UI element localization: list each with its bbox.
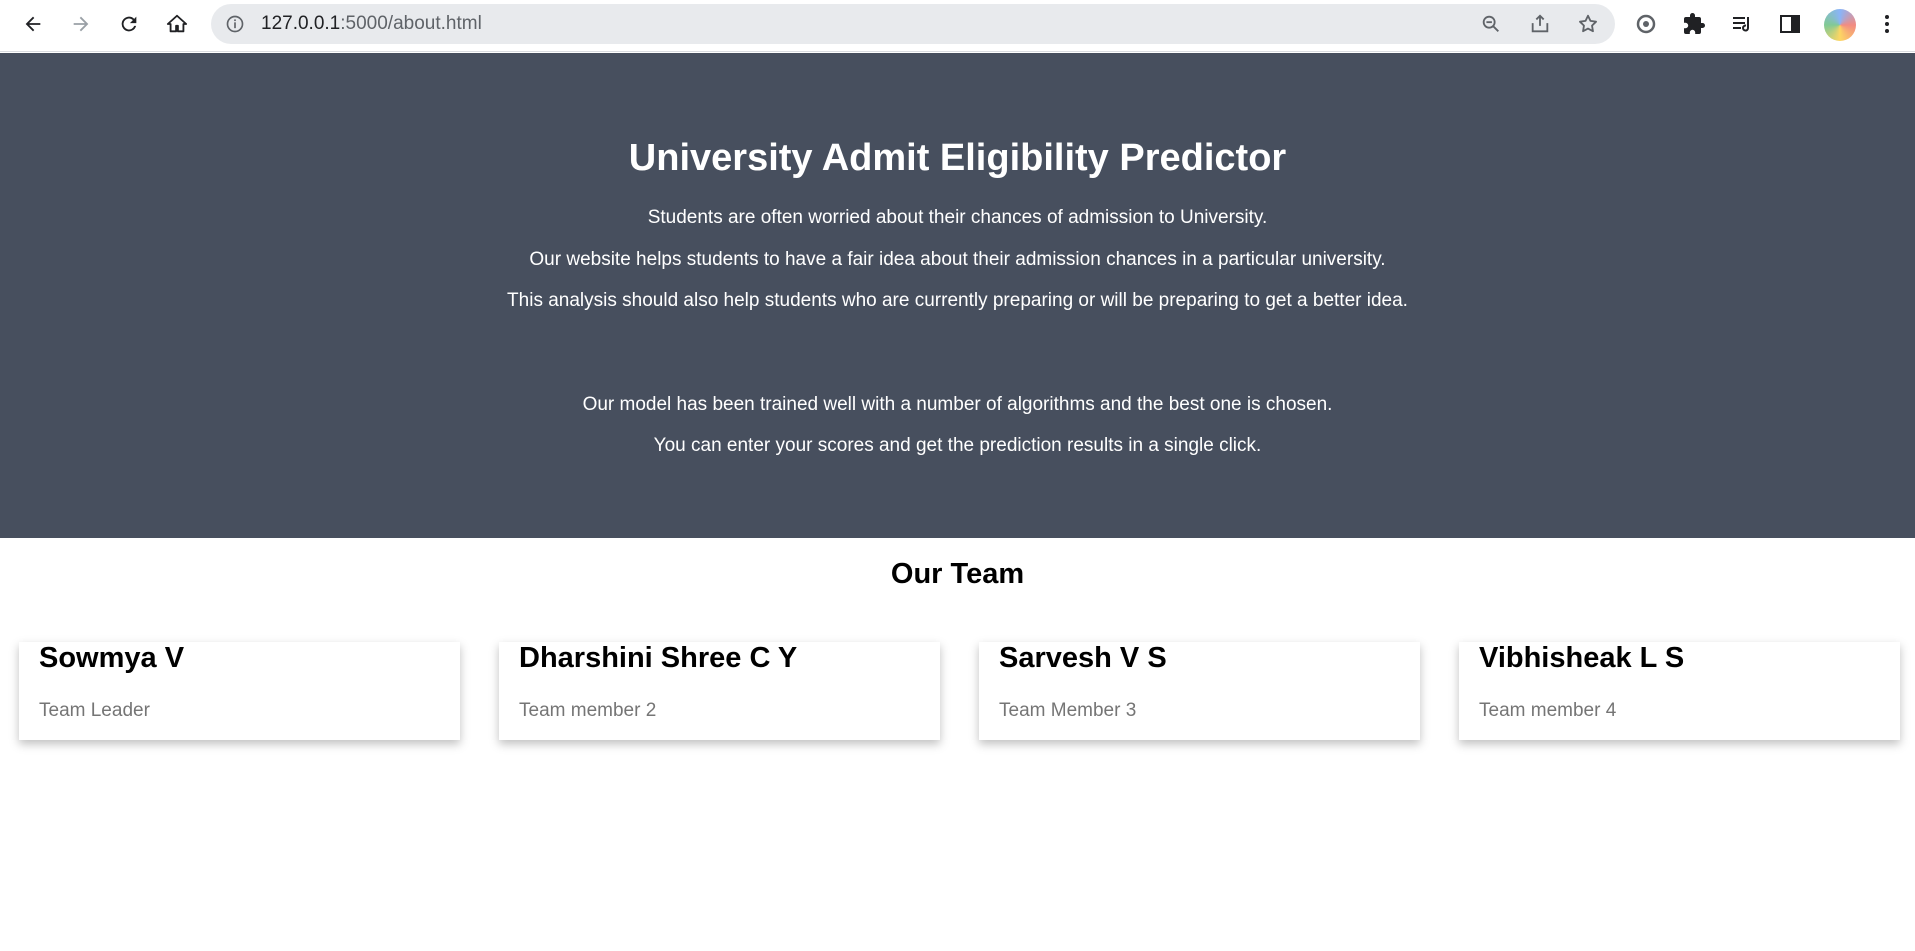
star-icon[interactable]: [1577, 13, 1599, 35]
hero-line-4: Our model has been trained well with a n…: [582, 394, 1333, 415]
side-panel-icon[interactable]: [1778, 12, 1802, 36]
arrow-right-icon: [73, 16, 89, 32]
team-card: Sowmya V Team Leader: [19, 642, 460, 740]
team-card: Sarvesh V S Team Member 3: [979, 642, 1420, 740]
hero-line-3: This analysis should also help students …: [507, 290, 1408, 311]
info-icon[interactable]: [225, 14, 245, 34]
url-host: 127.0.0.1: [261, 13, 341, 34]
arrow-left-icon: [25, 16, 41, 32]
member-name: Dharshini Shree C Y: [519, 642, 798, 674]
hero-section: University Admit Eligibility Predictor S…: [0, 53, 1915, 538]
team-card: Dharshini Shree C Y Team member 2: [499, 642, 940, 740]
forward-button[interactable]: [65, 8, 97, 40]
member-name: Vibhisheak L S: [1479, 642, 1685, 674]
browser-toolbar: 127.0.0.1:5000/about.html: [0, 0, 1915, 52]
member-role: Team Member 3: [999, 700, 1137, 721]
team-heading: Our Team: [890, 558, 1025, 590]
back-button[interactable]: [17, 8, 49, 40]
url-text[interactable]: 127.0.0.1:5000/about.html: [261, 4, 482, 44]
home-icon: [166, 14, 188, 33]
member-role: Team member 2: [519, 700, 657, 721]
page-title: University Admit Eligibility Predictor: [628, 137, 1287, 179]
hero-line-5: You can enter your scores and get the pr…: [653, 435, 1262, 456]
hero-line-1: Students are often worried about their c…: [647, 207, 1268, 228]
share-icon[interactable]: [1529, 13, 1551, 35]
profile-avatar[interactable]: [1824, 9, 1856, 41]
team-card: Vibhisheak L S Team member 4: [1459, 642, 1900, 740]
hero-line-2: Our website helps students to have a fai…: [529, 249, 1386, 270]
media-control-icon[interactable]: [1730, 12, 1754, 36]
member-name: Sowmya V: [39, 642, 185, 674]
reload-icon: [121, 16, 137, 32]
home-button[interactable]: [161, 8, 193, 40]
menu-dots-icon[interactable]: [1875, 12, 1899, 36]
member-role: Team Leader: [39, 700, 150, 721]
url-path: :5000/about.html: [340, 13, 482, 34]
extensions-icon[interactable]: [1682, 12, 1706, 36]
sync-extension-icon[interactable]: [1634, 12, 1658, 36]
member-role: Team member 4: [1479, 700, 1617, 721]
reload-button[interactable]: [113, 8, 145, 40]
address-bar[interactable]: 127.0.0.1:5000/about.html: [211, 4, 1615, 44]
zoom-icon[interactable]: [1480, 13, 1502, 35]
member-name: Sarvesh V S: [999, 642, 1167, 674]
